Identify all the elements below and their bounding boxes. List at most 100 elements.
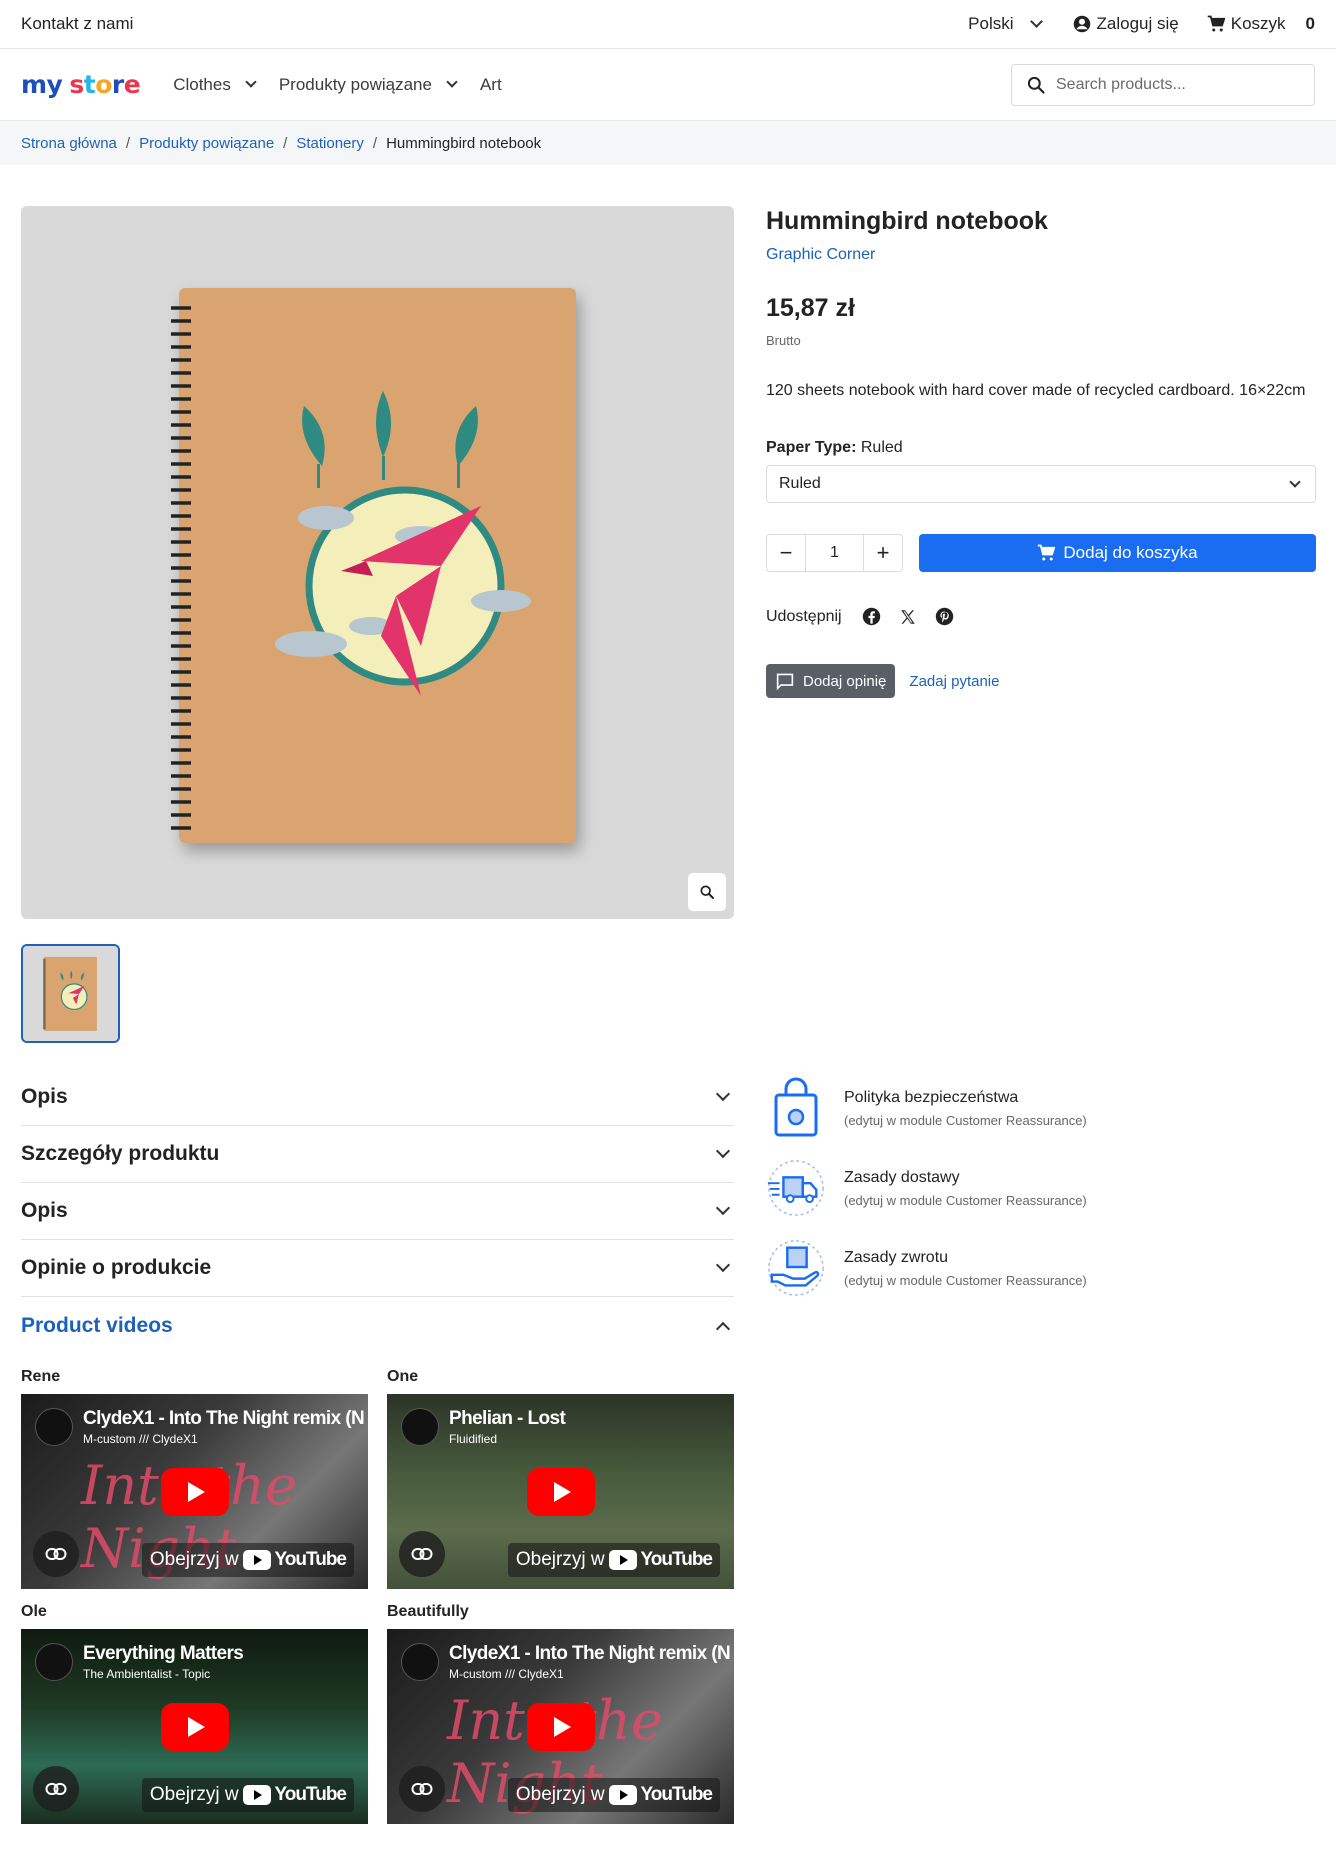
- watch-on-youtube-button[interactable]: Obejrzyj w YouTube: [141, 1778, 354, 1812]
- breadcrumb-related[interactable]: Produkty powiązane: [139, 135, 274, 152]
- video-header: ClydeX1 - Into The Night remix (N M-cust…: [35, 1408, 365, 1446]
- reassurance-subtitle: (edytuj w module Customer Reassurance): [844, 1192, 1087, 1208]
- quantity-stepper: − 1 +: [766, 534, 903, 572]
- video-label: Rene: [21, 1368, 61, 1385]
- link-icon[interactable]: [399, 1766, 445, 1812]
- video-embed[interactable]: Into the Night ClydeX1 - Into The Night …: [21, 1394, 368, 1589]
- watch-label: Obejrzyj w: [149, 1549, 239, 1570]
- quantity-increase-button[interactable]: +: [864, 535, 902, 571]
- select-value: Ruled: [779, 475, 821, 492]
- quantity-input[interactable]: 1: [805, 535, 864, 571]
- accordion-label: Opis: [21, 1199, 68, 1222]
- menu-item-related[interactable]: Produkty powiązane: [279, 75, 460, 95]
- product-page: Opis Szczegóły produktu Opis Opinie o pr…: [0, 165, 1336, 1851]
- search-box: [1011, 63, 1315, 106]
- chevron-down-icon: [715, 1257, 731, 1273]
- channel-avatar[interactable]: [401, 1408, 439, 1446]
- reassurance-title: Zasady zwrotu: [844, 1248, 949, 1266]
- video-embed[interactable]: Into the Night ClydeX1 - Into The Night …: [387, 1629, 734, 1824]
- customer-reassurance: Polityka bezpieczeństwa (edytuj w module…: [766, 1068, 1316, 1303]
- facebook-icon[interactable]: [862, 607, 881, 626]
- accordion-label: Szczegóły produktu: [21, 1142, 220, 1165]
- reassurance-title: Zasady dostawy: [844, 1168, 960, 1186]
- reassurance-subtitle: (edytuj w module Customer Reassurance): [844, 1272, 1087, 1288]
- video-title[interactable]: ClydeX1 - Into The Night remix (N: [449, 1643, 731, 1665]
- search-icon[interactable]: [1026, 75, 1046, 95]
- menu-item-art[interactable]: Art: [480, 75, 502, 95]
- menu-item-clothes[interactable]: Clothes: [173, 75, 259, 95]
- channel-avatar[interactable]: [401, 1643, 439, 1681]
- video-header: Phelian - Lost Fluidified: [401, 1408, 566, 1446]
- accordion-product-videos[interactable]: Product videos: [21, 1297, 734, 1354]
- youtube-label: YouTube: [274, 1784, 347, 1805]
- video-embed[interactable]: Phelian - Lost Fluidified Obejrzyj w You…: [387, 1394, 734, 1589]
- video-channel: Fluidified: [449, 1432, 498, 1446]
- channel-avatar[interactable]: [35, 1643, 73, 1681]
- youtube-label: YouTube: [640, 1784, 713, 1805]
- store-logo[interactable]: my store: [21, 70, 141, 99]
- play-icon[interactable]: [526, 1467, 595, 1516]
- play-icon[interactable]: [526, 1702, 595, 1751]
- product-main-image[interactable]: [21, 206, 734, 919]
- zoom-button[interactable]: [688, 873, 726, 911]
- video-channel: M-custom /// ClydeX1: [449, 1667, 564, 1681]
- product-brand-link[interactable]: Graphic Corner: [766, 246, 1316, 264]
- language-selector[interactable]: Polski: [968, 14, 1044, 34]
- review-actions: Dodaj opinię Zadaj pytanie: [766, 664, 1316, 698]
- reassurance-title: Polityka bezpieczeństwa: [844, 1088, 1019, 1106]
- social-links: [862, 607, 954, 626]
- notebook-thumbnail-image: [23, 946, 118, 1041]
- menu-label: Art: [479, 74, 502, 94]
- option-current-value: Ruled: [860, 439, 903, 456]
- accordion-description-2[interactable]: Opis: [21, 1183, 734, 1240]
- add-to-cart-button[interactable]: Dodaj do koszyka: [919, 534, 1316, 572]
- product-thumbnail[interactable]: [21, 944, 120, 1043]
- video-label: Beautifully: [387, 1603, 469, 1620]
- video-card: One Phelian - Lost Fluidified Obejrzyj w: [387, 1368, 734, 1589]
- main-menu: Clothes Produkty powiązane Art: [173, 75, 501, 95]
- search-input[interactable]: [1056, 75, 1286, 94]
- quantity-decrease-button[interactable]: −: [767, 535, 805, 571]
- chevron-up-icon: [715, 1321, 731, 1336]
- paper-type-select[interactable]: Ruled: [766, 465, 1316, 503]
- video-title[interactable]: ClydeX1 - Into The Night remix (N: [83, 1408, 365, 1430]
- breadcrumb-home[interactable]: Strona główna: [21, 135, 117, 152]
- channel-avatar[interactable]: [35, 1408, 73, 1446]
- play-icon[interactable]: [160, 1702, 229, 1751]
- x-twitter-icon[interactable]: [899, 608, 917, 626]
- video-card: Beautifully Into the Night ClydeX1 - Int…: [387, 1603, 734, 1824]
- video-header: ClydeX1 - Into The Night remix (N M-cust…: [401, 1643, 731, 1681]
- breadcrumb-current: Hummingbird notebook: [386, 134, 542, 152]
- youtube-label: YouTube: [640, 1549, 713, 1570]
- video-embed[interactable]: Everything Matters The Ambientalist - To…: [21, 1629, 368, 1824]
- watch-on-youtube-button[interactable]: Obejrzyj w YouTube: [507, 1778, 720, 1812]
- accordion-description[interactable]: Opis: [21, 1069, 734, 1126]
- login-link[interactable]: Zaloguj się: [1073, 14, 1179, 34]
- reassurance-item: Zasady zwrotu (edytuj w module Customer …: [766, 1228, 1316, 1303]
- video-label: One: [387, 1368, 419, 1385]
- cart-link[interactable]: Koszyk 0: [1207, 14, 1315, 34]
- contact-link[interactable]: Kontakt z nami: [21, 14, 133, 34]
- chevron-down-icon: [245, 76, 257, 88]
- video-title[interactable]: Phelian - Lost: [449, 1408, 566, 1430]
- shopping-bag-lock-icon: [766, 1076, 826, 1140]
- accordion-product-details[interactable]: Szczegóły produktu: [21, 1126, 734, 1183]
- product-accordion: Opis Szczegóły produktu Opis Opinie o pr…: [21, 1069, 734, 1354]
- play-icon[interactable]: [160, 1467, 229, 1516]
- breadcrumb-stationery[interactable]: Stationery: [296, 135, 364, 152]
- link-icon[interactable]: [33, 1766, 79, 1812]
- pinterest-icon[interactable]: [935, 607, 954, 626]
- link-icon[interactable]: [399, 1531, 445, 1577]
- ask-question-link[interactable]: Zadaj pytanie: [909, 673, 999, 690]
- watch-on-youtube-button[interactable]: Obejrzyj w YouTube: [507, 1543, 720, 1577]
- link-icon[interactable]: [33, 1531, 79, 1577]
- product-info-column: Hummingbird notebook Graphic Corner 15,8…: [766, 206, 1316, 698]
- youtube-icon: [608, 1785, 637, 1805]
- watch-on-youtube-button[interactable]: Obejrzyj w YouTube: [141, 1543, 354, 1577]
- add-review-button[interactable]: Dodaj opinię: [766, 664, 896, 698]
- accordion-reviews[interactable]: Opinie o produkcie: [21, 1240, 734, 1297]
- video-channel: M-custom /// ClydeX1: [83, 1432, 198, 1446]
- video-title[interactable]: Everything Matters: [83, 1643, 244, 1665]
- video-card: Ole Everything Matters The Ambientalist …: [21, 1603, 368, 1824]
- chevron-down-icon: [715, 1200, 731, 1216]
